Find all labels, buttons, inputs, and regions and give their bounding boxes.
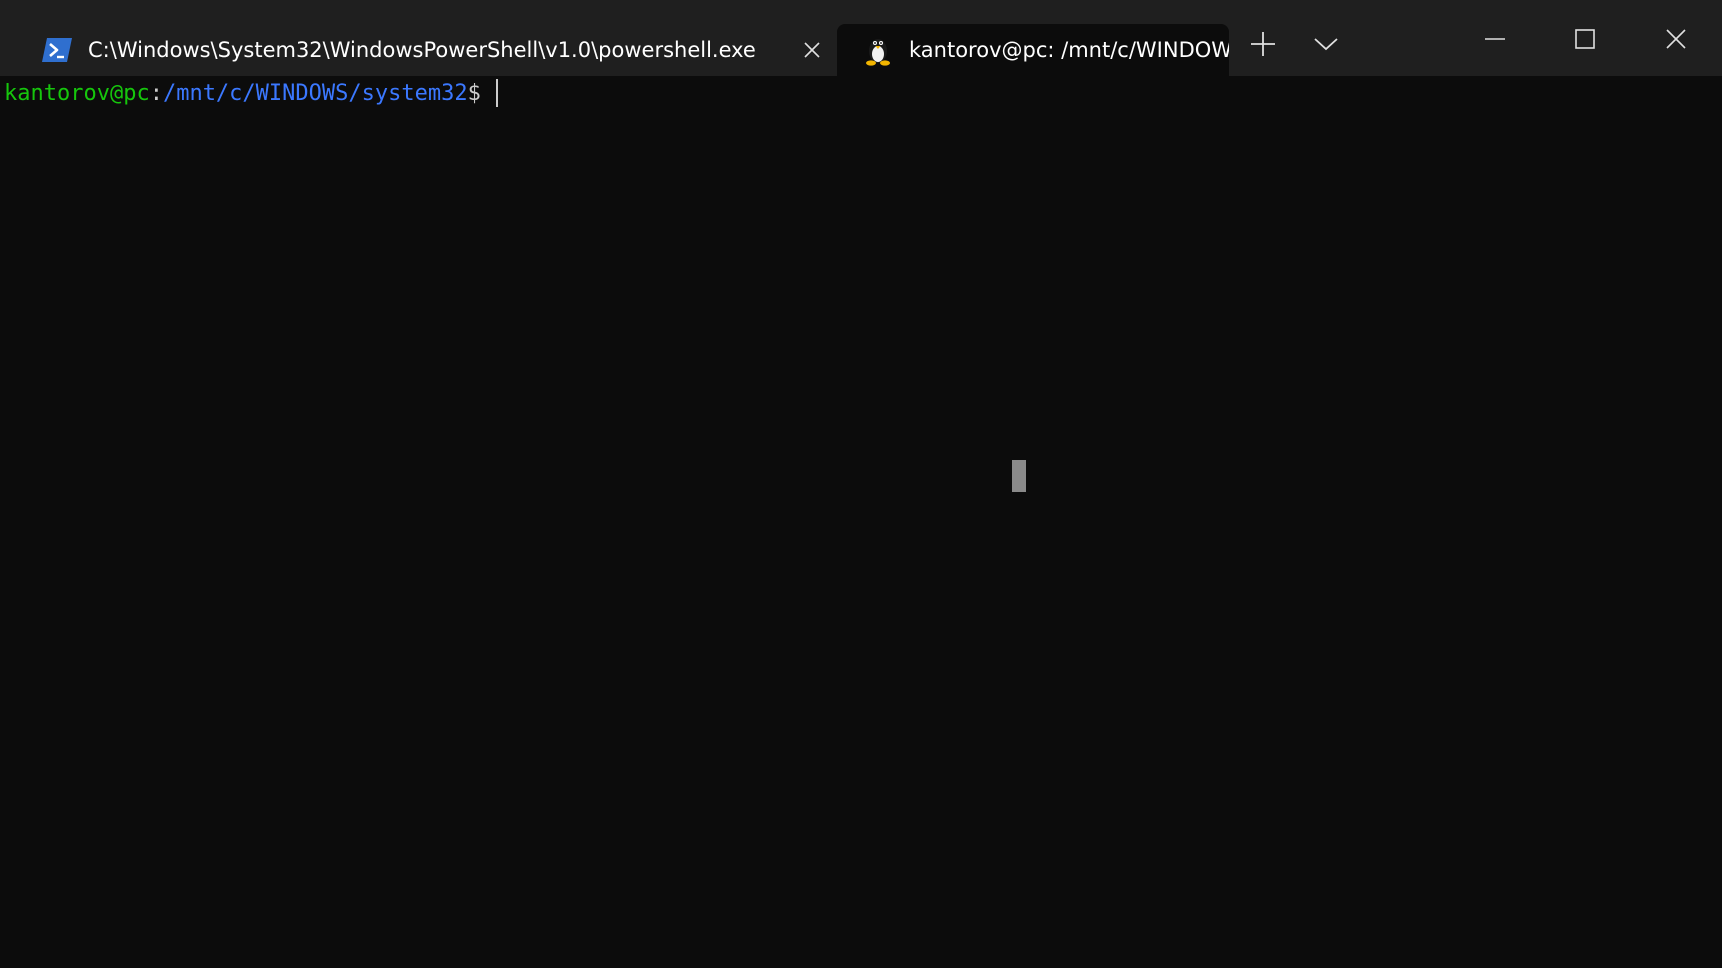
- terminal-output[interactable]: kantorov@pc:/mnt/c/WINDOWS/system32 $: [0, 76, 1722, 968]
- tab-title: C:\Windows\System32\WindowsPowerShell\v1…: [88, 38, 756, 62]
- mouse-ibeam-cursor: [1012, 460, 1026, 492]
- close-window-button[interactable]: [1630, 16, 1722, 62]
- chevron-down-icon: [1314, 38, 1338, 51]
- prompt-dollar: $: [467, 80, 495, 106]
- tab-close-button[interactable]: [794, 32, 830, 68]
- title-bar[interactable]: C:\Windows\System32\WindowsPowerShell\v1…: [0, 0, 1722, 76]
- new-tab-button[interactable]: [1240, 24, 1286, 64]
- minimize-icon: [1485, 38, 1505, 40]
- text-cursor: [496, 79, 499, 107]
- tab-wsl[interactable]: kantorov@pc: /mnt/c/WINDOWS/system32: [837, 24, 1229, 76]
- powershell-icon: [40, 35, 74, 65]
- plus-icon: [1251, 32, 1275, 56]
- close-icon: [804, 42, 820, 58]
- shell-prompt: kantorov@pc:/mnt/c/WINDOWS/system32 $: [4, 76, 499, 110]
- tab-powershell[interactable]: C:\Windows\System32\WindowsPowerShell\v1…: [10, 24, 830, 76]
- linux-penguin-icon: [861, 35, 895, 66]
- terminal-window: C:\Windows\System32\WindowsPowerShell\v1…: [0, 0, 1722, 968]
- close-icon: [1666, 29, 1686, 49]
- tab-title: kantorov@pc: /mnt/c/WINDOWS/system32: [909, 38, 1229, 62]
- prompt-user: kantorov@pc: [4, 80, 150, 106]
- prompt-colon: :: [149, 80, 163, 106]
- maximize-icon: [1575, 29, 1595, 49]
- maximize-button[interactable]: [1540, 16, 1630, 62]
- minimize-button[interactable]: [1450, 16, 1540, 62]
- prompt-path: /mnt/c/WINDOWS/system32: [162, 80, 468, 106]
- tab-dropdown-button[interactable]: [1303, 24, 1349, 64]
